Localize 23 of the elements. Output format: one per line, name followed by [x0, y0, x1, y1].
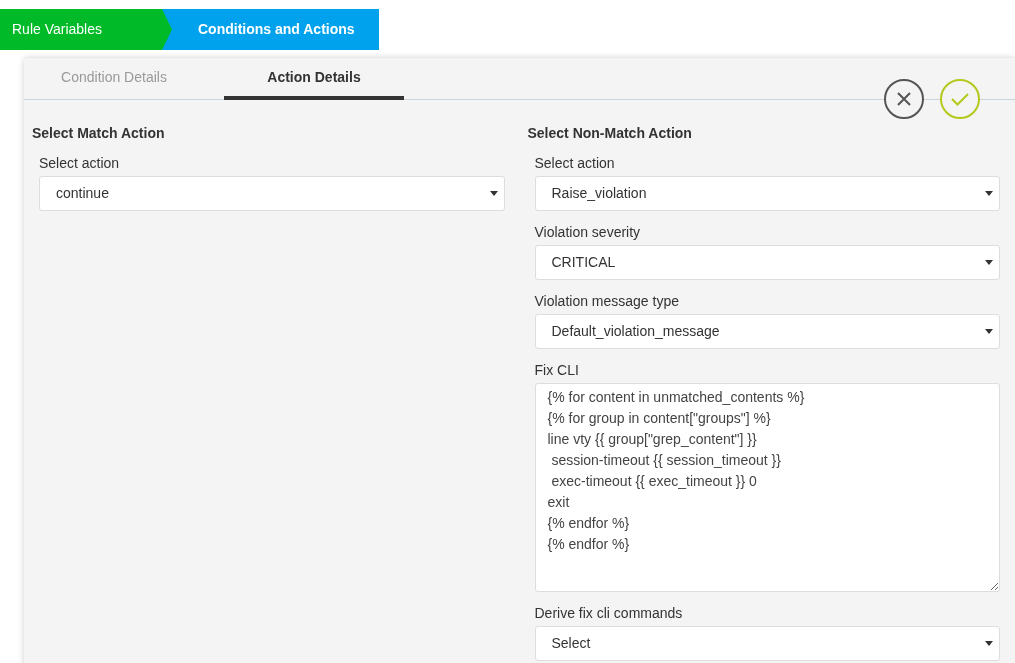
field-label: Violation severity [534, 223, 642, 241]
field-label: Select action [39, 154, 121, 172]
section-title: Select Non-Match Action [527, 124, 693, 142]
field-label: Violation message type [534, 292, 680, 310]
dropdown[interactable]: Select [534, 626, 1000, 661]
close-button[interactable] [884, 79, 924, 119]
dropdown[interactable]: Default_violation_message [534, 314, 1000, 349]
tab[interactable]: Action Details [224, 58, 404, 100]
text-area[interactable]: {% for content in unmatched_contents %} {% for group in content["groups"] %} line vty {{ group["grep_content"] }} session-timeout {{ session_timeout }} exec-timeout {{ exec_timeout }} 0 exit {% endfor %} {% endfor %} [534, 383, 1000, 592]
dropdown[interactable]: CRITICAL [534, 245, 1000, 280]
field-label: Derive fix cli commands [534, 604, 684, 622]
caret-icon [985, 329, 993, 334]
caret-icon [985, 641, 993, 646]
check-icon [951, 92, 969, 106]
field-label: Select action [534, 154, 616, 172]
dropdown[interactable]: continue [39, 176, 505, 211]
close-icon [897, 92, 911, 106]
caret-icon [985, 260, 993, 265]
field-label: Fix CLI [534, 361, 580, 379]
section-title: Select Match Action [32, 124, 166, 142]
dropdown[interactable]: Raise_violation [534, 176, 1000, 211]
caret-icon [489, 191, 498, 196]
caret-icon [985, 191, 993, 196]
